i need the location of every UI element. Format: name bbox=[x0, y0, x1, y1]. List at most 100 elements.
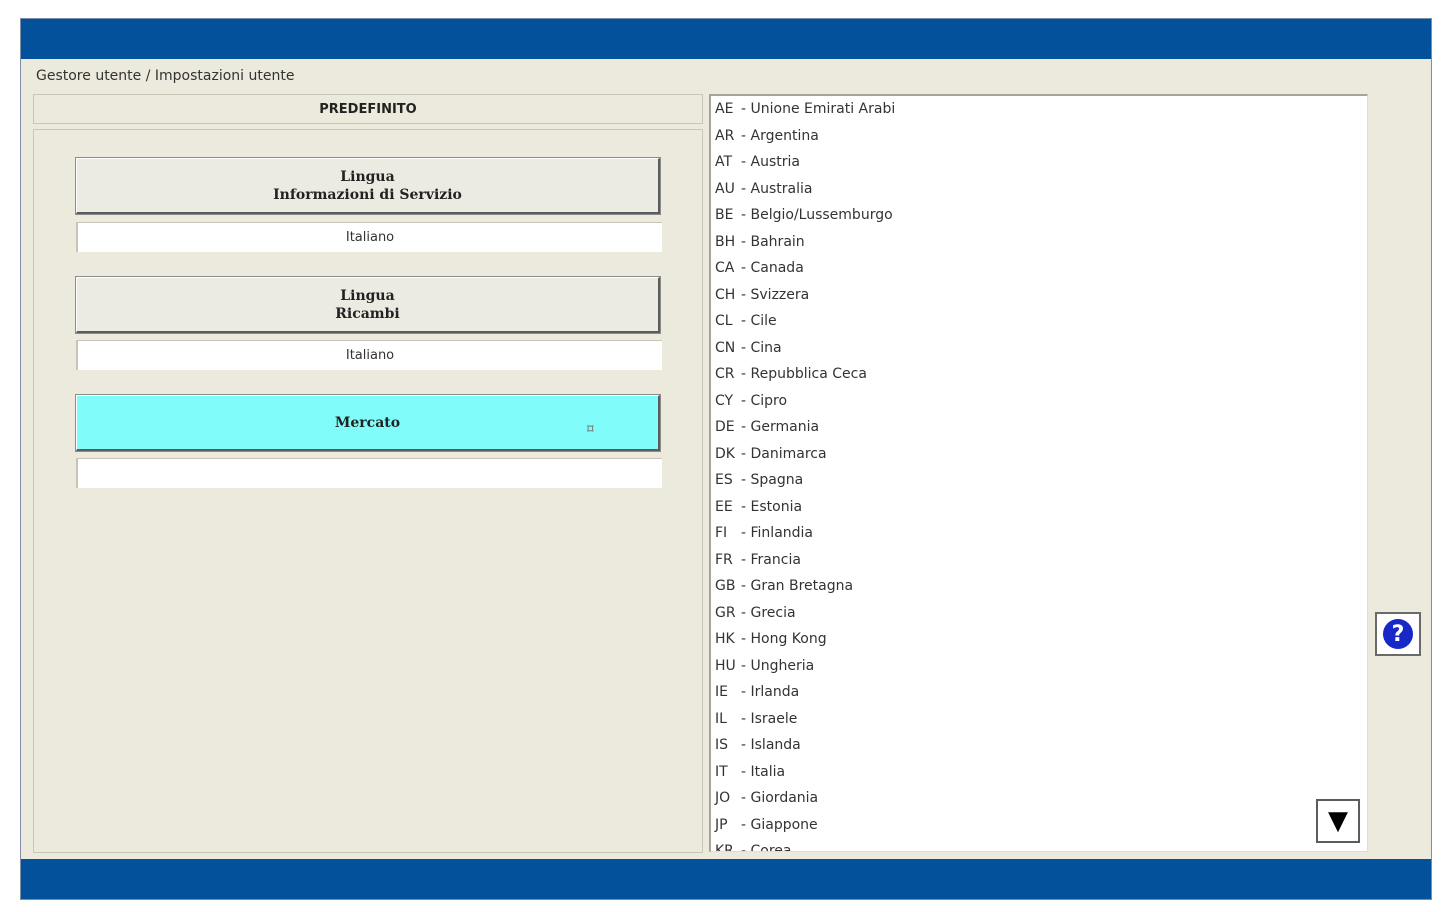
country-code: CA bbox=[715, 260, 735, 276]
country-list-item[interactable]: CN - Cina bbox=[711, 335, 1367, 362]
country-list-item[interactable]: ES - Spagna bbox=[711, 467, 1367, 494]
country-list-item[interactable]: DK - Danimarca bbox=[711, 441, 1367, 468]
country-code: CR bbox=[715, 366, 735, 382]
country-code: CY bbox=[715, 392, 734, 409]
country-code: IT bbox=[715, 763, 728, 780]
country-name: - Cina bbox=[741, 339, 782, 356]
button-label-line2: Ricambi bbox=[335, 305, 400, 322]
country-name: - Danimarca bbox=[741, 445, 827, 462]
country-code: AE bbox=[715, 101, 734, 117]
country-code: BH bbox=[715, 233, 736, 250]
country-code: ES bbox=[715, 472, 733, 488]
country-list-item[interactable]: IS - Islanda bbox=[711, 732, 1367, 759]
country-list-item[interactable]: AT - Austria bbox=[711, 149, 1367, 176]
country-name: - Austria bbox=[741, 154, 800, 170]
country-list-item[interactable]: CR - Repubblica Ceca bbox=[711, 361, 1367, 388]
country-list-item[interactable]: KR - Corea bbox=[711, 838, 1367, 852]
country-name: - Gran Bretagna bbox=[741, 578, 854, 594]
status-bar bbox=[21, 859, 1431, 899]
country-list-item[interactable]: HK - Hong Kong bbox=[711, 626, 1367, 653]
country-name: - Repubblica Ceca bbox=[741, 366, 867, 382]
country-name: - Giordania bbox=[741, 790, 819, 806]
help-button[interactable]: ? bbox=[1375, 612, 1421, 656]
breadcrumb: Gestore utente / Impostazioni utente bbox=[36, 68, 295, 84]
country-list-item[interactable]: FR - Francia bbox=[711, 547, 1367, 574]
country-list: AE - Unione Emirati Arabi AR - Argentina AT -… bbox=[711, 96, 1367, 852]
country-list-panel[interactable]: AE - Unione Emirati Arabi AR - Argentina AT -… bbox=[709, 94, 1368, 852]
country-name: - Italia bbox=[741, 763, 786, 780]
country-code: KR bbox=[715, 843, 734, 852]
country-name: - Belgio/Lussemburgo bbox=[741, 207, 893, 223]
settings-panel: Lingua Informazioni di Servizio Italiano… bbox=[33, 129, 703, 853]
country-list-item[interactable]: AR - Argentina bbox=[711, 123, 1367, 150]
country-name: - Israele bbox=[741, 710, 798, 727]
country-code: GB bbox=[715, 578, 736, 594]
country-list-item[interactable]: GB - Gran Bretagna bbox=[711, 573, 1367, 600]
country-list-item[interactable]: BH - Bahrain bbox=[711, 229, 1367, 256]
triangle-down-icon: ▼ bbox=[1328, 806, 1348, 836]
panel-title: PREDEFINITO bbox=[33, 94, 703, 124]
country-list-item[interactable]: CL - Cile bbox=[711, 308, 1367, 335]
country-name: - Ungheria bbox=[741, 657, 815, 674]
app-window: Gestore utente / Impostazioni utente PRE… bbox=[20, 18, 1432, 900]
market-value bbox=[76, 458, 662, 488]
language-parts-button[interactable]: Lingua Ricambi bbox=[75, 276, 661, 334]
country-code: JO bbox=[715, 790, 731, 806]
country-code: HU bbox=[715, 657, 736, 674]
country-name: - Islanda bbox=[741, 737, 801, 753]
country-code: HK bbox=[715, 631, 735, 647]
market-button[interactable]: Mercato ⌑ bbox=[75, 394, 661, 452]
country-list-item[interactable]: IT - Italia bbox=[711, 759, 1367, 786]
country-code: EE bbox=[715, 498, 733, 515]
country-list-item[interactable]: GR - Grecia bbox=[711, 600, 1367, 627]
country-code: IE bbox=[715, 684, 728, 700]
country-name: - Australia bbox=[741, 180, 813, 197]
country-code: GR bbox=[715, 604, 736, 621]
country-name: - Canada bbox=[741, 260, 804, 276]
country-name: - Germania bbox=[741, 419, 820, 435]
country-name: - Francia bbox=[741, 551, 801, 568]
country-name: - Giappone bbox=[741, 816, 818, 833]
country-name: - Unione Emirati Arabi bbox=[741, 101, 896, 117]
button-label: Mercato bbox=[334, 414, 401, 431]
country-name: - Hong Kong bbox=[741, 631, 827, 647]
country-list-item[interactable]: JO - Giordania bbox=[711, 785, 1367, 812]
country-list-item[interactable]: FI - Finlandia bbox=[711, 520, 1367, 547]
help-icon: ? bbox=[1383, 619, 1413, 649]
language-parts-value: Italiano bbox=[76, 340, 662, 370]
country-list-item[interactable]: CH - Svizzera bbox=[711, 282, 1367, 309]
country-list-item[interactable]: IE - Irlanda bbox=[711, 679, 1367, 706]
country-list-item[interactable]: AE - Unione Emirati Arabi bbox=[711, 96, 1367, 123]
country-code: AR bbox=[715, 127, 735, 144]
country-name: - Argentina bbox=[741, 127, 819, 144]
country-code: FI bbox=[715, 525, 728, 541]
title-bar bbox=[21, 19, 1431, 59]
country-name: - Grecia bbox=[741, 604, 796, 621]
country-code: FR bbox=[715, 551, 733, 568]
country-list-item[interactable]: DE - Germania bbox=[711, 414, 1367, 441]
country-name: - Irlanda bbox=[741, 684, 800, 700]
country-name: - Bahrain bbox=[741, 233, 805, 250]
country-list-item[interactable]: AU - Australia bbox=[711, 176, 1367, 203]
country-list-item[interactable]: BE - Belgio/Lussemburgo bbox=[711, 202, 1367, 229]
country-list-item[interactable]: CY - Cipro bbox=[711, 388, 1367, 415]
country-name: - Estonia bbox=[741, 498, 803, 515]
country-name: - Spagna bbox=[741, 472, 804, 488]
country-code: CH bbox=[715, 286, 736, 303]
country-list-item[interactable]: EE - Estonia bbox=[711, 494, 1367, 521]
country-name: - Svizzera bbox=[741, 286, 810, 303]
country-name: - Cile bbox=[741, 313, 777, 329]
button-label-line1: Lingua bbox=[340, 287, 395, 304]
scroll-down-button[interactable]: ▼ bbox=[1316, 799, 1360, 843]
button-label-line2: Informazioni di Servizio bbox=[273, 186, 462, 203]
country-name: - Corea bbox=[741, 843, 792, 852]
country-code: DK bbox=[715, 445, 735, 462]
country-code: BE bbox=[715, 207, 734, 223]
country-list-item[interactable]: HU - Ungheria bbox=[711, 653, 1367, 680]
language-service-info-button[interactable]: Lingua Informazioni di Servizio bbox=[75, 157, 661, 215]
country-list-item[interactable]: JP - Giappone bbox=[711, 812, 1367, 839]
country-list-item[interactable]: CA - Canada bbox=[711, 255, 1367, 282]
button-label-line1: Lingua bbox=[340, 168, 395, 185]
country-list-item[interactable]: IL - Israele bbox=[711, 706, 1367, 733]
country-name: - Finlandia bbox=[741, 525, 813, 541]
